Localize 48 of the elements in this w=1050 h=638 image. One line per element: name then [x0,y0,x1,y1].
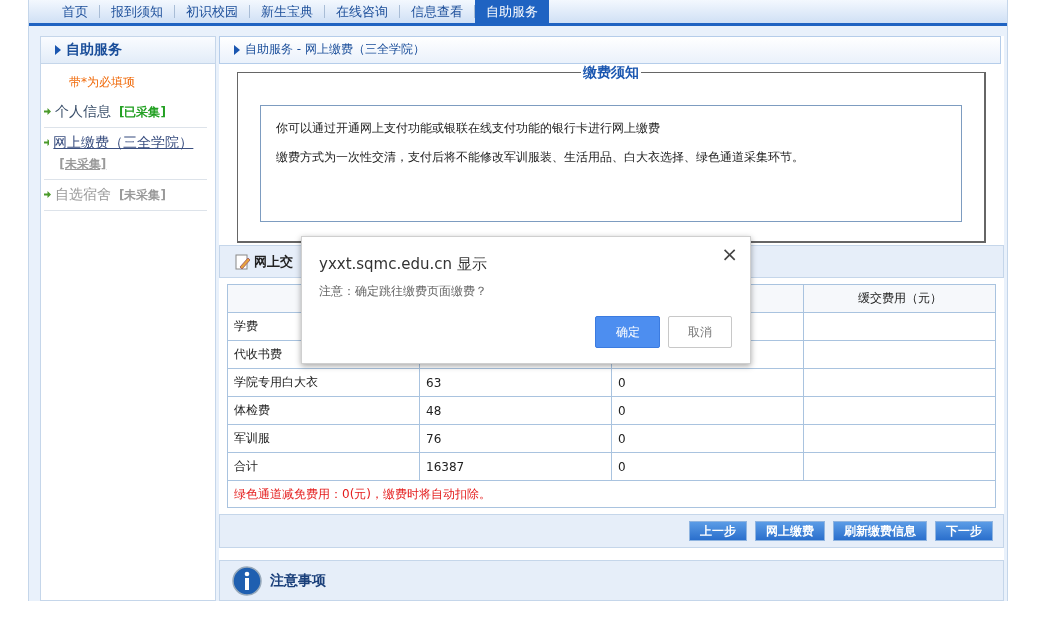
status-label: [已采集] [119,104,166,121]
table-cell: 0 [611,369,804,397]
nav-tab[interactable]: 自助服务 [475,0,549,23]
footnote: 绿色通道减免费用：0(元)，缴费时将自动扣除。 [227,481,996,508]
status-label: [未采集] [59,156,107,173]
table-cell: 合计 [227,453,420,481]
dialog-title: yxxt.sqmc.edu.cn 显示 [319,255,488,274]
nav-tab[interactable]: 信息查看 [400,0,474,23]
step-button[interactable]: 网上缴费 [755,521,825,542]
nav-tab[interactable]: 在线咨询 [325,0,399,23]
arrow-icon [44,108,51,115]
arrow-icon [44,191,51,198]
table-cell: 军训服 [227,425,420,453]
sidebar-link[interactable]: 个人信息 [55,103,111,121]
step-button[interactable]: 刷新缴费信息 [833,521,927,542]
edit-icon [234,253,250,270]
breadcrumb: 自助服务 - 网上缴费（三全学院） [245,41,425,59]
nav-tab[interactable]: 新生宝典 [250,0,324,23]
table-cell: 0 [611,425,804,453]
table-cell: 0 [611,453,804,481]
table-cell: 63 [419,369,612,397]
sidebar-link[interactable]: 网上缴费（三全学院） [53,134,194,152]
nav-tab[interactable]: 报到须知 [100,0,174,23]
table-cell: 16387 [419,453,612,481]
dialog-message: 注意：确定跳往缴费页面缴费？ [319,283,488,300]
notice-text: 缴费方式为一次性交清，支付后将不能修改军训服装、生活用品、白大衣选择、绿色通道采集环节。 [276,149,805,166]
section-title: 网上交 [254,252,293,271]
arrow-icon [44,139,50,146]
table-cell: 48 [419,397,612,425]
close-button[interactable]: × [717,242,742,266]
table-header: 缓交费用（元） [803,285,996,313]
cancel-button[interactable]: 取消 [668,316,732,348]
step-button[interactable]: 上一步 [689,521,747,542]
notice-text: 你可以通过开通网上支付功能或银联在线支付功能的银行卡进行网上缴费 [276,120,661,137]
info-icon [232,565,262,596]
table-cell: 76 [419,425,612,453]
nav-tab[interactable]: 首页 [51,0,99,23]
table-cell: 0 [611,397,804,425]
table-cell: 体检费 [227,397,420,425]
sidebar-title: 自助服务 [66,41,122,59]
required-note: 带*为必填项 [68,74,136,91]
table-cell: 学院专用白大衣 [227,369,420,397]
nav-tab[interactable]: 初识校园 [175,0,249,23]
triangle-icon [55,45,61,55]
notes-title: 注意事项 [270,571,326,590]
triangle-icon [234,45,240,55]
step-button[interactable]: 下一步 [935,521,993,542]
status-label: [未采集] [119,187,166,204]
